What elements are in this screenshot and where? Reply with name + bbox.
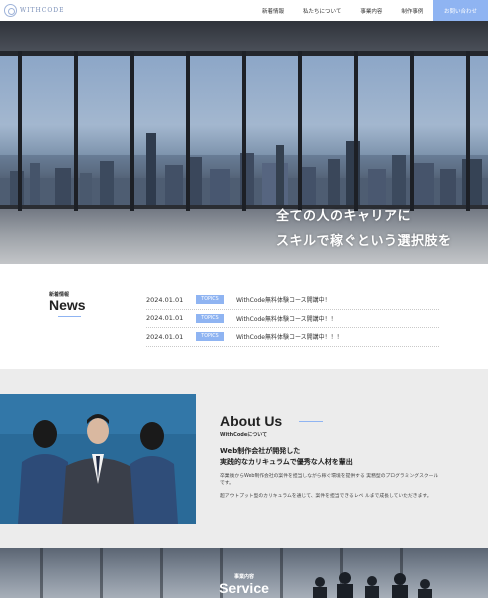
about-lead-line-2: 実践的なカリキュラムで優秀な人材を輩出 bbox=[220, 458, 353, 466]
window-mullion bbox=[186, 51, 190, 211]
window-mullion bbox=[74, 51, 78, 211]
about-lead-line-1: Web制作会社が開発した bbox=[220, 447, 301, 455]
news-title: News bbox=[49, 297, 86, 313]
news-list: 2024.01.01 TOPICS WithCode無料体験コース開講中！ 20… bbox=[146, 291, 439, 347]
about-body: 卒業後からWeb制作会社の案件を担当しながら稼ぐ環境を提供する 実務型のプログラ… bbox=[220, 473, 442, 506]
nav-item-about[interactable]: 私たちについて bbox=[303, 7, 341, 15]
service-title: Service bbox=[219, 580, 269, 596]
hero-catchcopy: 全ての人のキャリアに スキルで稼ぐという選択肢を bbox=[276, 204, 452, 254]
site-header: WITHCODE 新着情報 私たちについて 事業内容 制作事例 お問い合わせ bbox=[0, 0, 488, 21]
news-text[interactable]: WithCode無料体験コース開講中！ bbox=[236, 295, 331, 304]
hero-line-1: 全ての人のキャリアに bbox=[276, 209, 412, 224]
hero-line-2: スキルで稼ぐという選択肢を bbox=[276, 234, 452, 249]
about-title: About Us bbox=[220, 413, 283, 429]
hero-ceiling bbox=[0, 21, 488, 55]
news-date: 2024.01.01 bbox=[146, 332, 184, 341]
about-photo bbox=[0, 394, 196, 524]
contact-button[interactable]: お問い合わせ bbox=[433, 0, 488, 21]
about-body-paragraph: 超アウトプット型のカリキュラムを通じて、案件を担当できるレベ ルまで成長していた… bbox=[220, 494, 432, 499]
service-label: 事業内容 bbox=[233, 574, 254, 580]
news-tag: TOPICS bbox=[196, 313, 224, 323]
news-item[interactable]: 2024.01.01 TOPICS WithCode無料体験コース開講中！！！ bbox=[146, 328, 439, 347]
window-mullion bbox=[354, 51, 358, 211]
news-date: 2024.01.01 bbox=[146, 314, 184, 323]
window-mullion bbox=[130, 51, 134, 211]
about-title-line bbox=[299, 421, 323, 422]
news-text[interactable]: WithCode無料体験コース開講中！！！ bbox=[236, 332, 343, 341]
news-date: 2024.01.01 bbox=[146, 295, 184, 304]
logo[interactable]: WITHCODE bbox=[4, 4, 64, 17]
news-tag: TOPICS bbox=[196, 332, 224, 342]
business-team-illustration bbox=[0, 394, 196, 524]
nav-item-news[interactable]: 新着情報 bbox=[262, 7, 284, 15]
nav-item-service[interactable]: 事業内容 bbox=[360, 7, 382, 15]
main-nav: 新着情報 私たちについて 事業内容 制作事例 bbox=[262, 0, 442, 21]
news-tag: TOPICS bbox=[196, 295, 224, 305]
about-lead: Web制作会社が開発した 実践的なカリキュラムで優秀な人材を輩出 bbox=[220, 446, 353, 468]
window-mullion bbox=[242, 51, 246, 211]
about-subtitle: WithCodeについて bbox=[220, 432, 268, 438]
news-item[interactable]: 2024.01.01 TOPICS WithCode無料体験コース開講中！！ bbox=[146, 310, 439, 328]
window-mullion bbox=[18, 51, 22, 211]
news-title-underline bbox=[58, 316, 81, 317]
news-item[interactable]: 2024.01.01 TOPICS WithCode無料体験コース開講中！ bbox=[146, 291, 439, 310]
nav-item-works[interactable]: 制作事例 bbox=[401, 7, 423, 15]
hero: 全ての人のキャリアに スキルで稼ぐという選択肢を bbox=[0, 21, 488, 264]
logo-text: WITHCODE bbox=[20, 7, 65, 14]
window-mullion bbox=[410, 51, 414, 211]
about-body-paragraph: 卒業後からWeb制作会社の案件を担当しながら稼ぐ環境を提供する 実務型のプログラ… bbox=[220, 474, 439, 486]
window-mullion bbox=[466, 51, 470, 211]
window-mullion bbox=[298, 51, 302, 211]
news-text[interactable]: WithCode無料体験コース開講中！！ bbox=[236, 314, 337, 323]
logo-mark-icon bbox=[4, 4, 17, 17]
